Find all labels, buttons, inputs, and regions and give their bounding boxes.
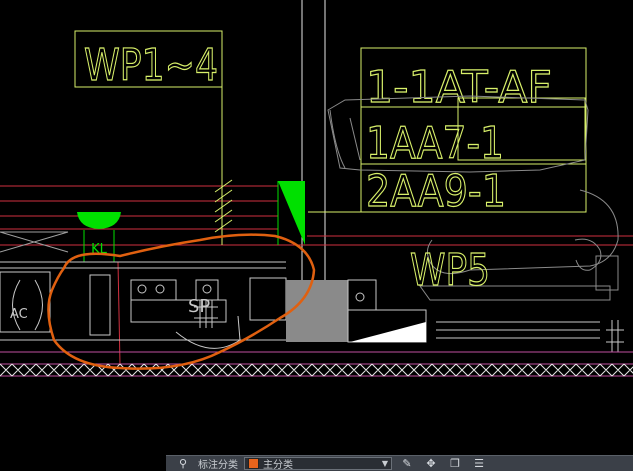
gray-block [286,280,348,342]
move-icon[interactable]: ✥ [422,457,440,471]
ac-label: AC [10,307,28,322]
layer-color-swatch [248,458,259,469]
current-layer-name: 主分类 [263,460,293,471]
tag-row-1: 1-1AT-AF [366,62,552,113]
copy-icon[interactable]: ❐ [446,457,464,471]
layer-category-label: 标注分类 [198,460,238,471]
layer-toolbar: ⚲ 标注分类 主分类 ▼ ✎ ✥ ❐ ☰ [166,455,633,471]
layer-dropdown[interactable]: 主分类 ▼ [244,457,392,471]
tag-row-3: 2AA9-1 [366,166,506,217]
wp5-tag: WP5 [410,245,490,296]
chevron-down-icon: ▼ [381,459,388,468]
cad-drawing-canvas[interactable]: WP1~4 1-1AT-AF 1AA7-1 2AA9-1 WP5 KL AC S… [0,0,633,455]
edit-pencil-icon[interactable]: ✎ [398,457,416,471]
sp-label: SP [188,296,210,317]
wp1-tag: WP1~4 [84,40,218,91]
layer-match-icon[interactable]: ⚲ [174,457,192,471]
layer-stack-icon[interactable]: ☰ [470,457,488,471]
tag-row-2: 1AA7-1 [366,118,504,169]
